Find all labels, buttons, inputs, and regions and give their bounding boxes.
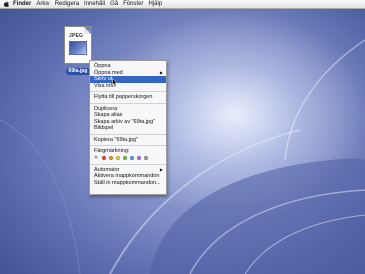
- color-label-purple[interactable]: [137, 156, 142, 160]
- color-label-red[interactable]: [102, 156, 107, 160]
- menu-item-label: Kopiera "69ta.jpg": [94, 136, 138, 143]
- menu-ga[interactable]: Gå: [110, 0, 118, 9]
- menu-item-stall-in-mappkommandon[interactable]: Ställ in mappkommandon...: [90, 180, 166, 187]
- menu-fonster[interactable]: Fönster: [123, 0, 143, 9]
- menu-item-label: Automator: [94, 166, 120, 173]
- page-fold: [84, 27, 91, 34]
- menu-arkiv[interactable]: Arkiv: [36, 0, 49, 9]
- menu-item-label: Ställ in mappkommandon...: [94, 179, 161, 186]
- color-label-yellow[interactable]: [116, 156, 121, 160]
- menu-redigera[interactable]: Redigera: [55, 0, 79, 9]
- file-name-label[interactable]: 69ta.jpg: [66, 68, 90, 75]
- menu-innehall[interactable]: Innehåll: [84, 0, 105, 9]
- menu-item-label: Skapa arkiv av "69ta.jpg": [94, 118, 156, 125]
- color-label-green[interactable]: [123, 156, 128, 160]
- menu-hjalp[interactable]: Hjälp: [148, 0, 162, 9]
- menu-separator: [90, 133, 166, 135]
- desktop[interactable]: [0, 0, 365, 274]
- menu-item-label: Öppna: [94, 63, 111, 69]
- menu-item-label: Skapa alias: [94, 112, 123, 118]
- color-label-heading: Färgmärkning:: [90, 148, 166, 155]
- color-label-orange[interactable]: [109, 156, 114, 160]
- color-label-gray[interactable]: [144, 156, 149, 160]
- menu-item-kopiera[interactable]: Kopiera "69ta.jpg": [90, 137, 166, 144]
- file-type-badge: JPEG: [69, 33, 84, 39]
- wallpaper-swirl: [0, 39, 365, 274]
- menu-separator: [90, 91, 166, 92]
- apple-menu-icon[interactable]: [4, 1, 9, 7]
- menu-item-label: Skriv ut: [94, 76, 113, 82]
- menu-item-bildspel[interactable]: Bildspel: [90, 125, 166, 132]
- menu-item-label: Duplicera: [94, 105, 118, 112]
- menu-item-label: Flytta till papperskorgen: [94, 94, 153, 100]
- mouse-pointer-icon: [112, 78, 118, 87]
- menu-separator: [90, 163, 166, 165]
- menu-item-label: Färgmärkning:: [94, 148, 130, 154]
- menu-item-visa-info[interactable]: Visa info: [90, 83, 166, 90]
- menu-separator: [90, 102, 166, 104]
- image-thumbnail: [69, 41, 87, 55]
- menu-item-flytta-till-papperskorgen[interactable]: Flytta till papperskorgen: [90, 94, 166, 101]
- menu-item-label: Aktivera mappkommandon: [94, 173, 160, 179]
- menu-item-label: Öppna med: [94, 69, 123, 76]
- menu-item-label: Bildspel: [94, 125, 114, 131]
- menu-finder[interactable]: Finder: [13, 0, 31, 9]
- no-color-icon[interactable]: ✕: [94, 155, 98, 162]
- document-page: JPEG: [64, 26, 92, 64]
- color-label-row: ✕: [90, 155, 166, 162]
- color-label-blue[interactable]: [130, 156, 135, 160]
- menu-separator: [90, 145, 166, 146]
- context-menu: Öppna Öppna med ▶ Skriv ut Visa info Flyt…: [89, 60, 167, 195]
- menu-bar: Finder Arkiv Redigera Innehåll Gå Fönste…: [0, 0, 365, 9]
